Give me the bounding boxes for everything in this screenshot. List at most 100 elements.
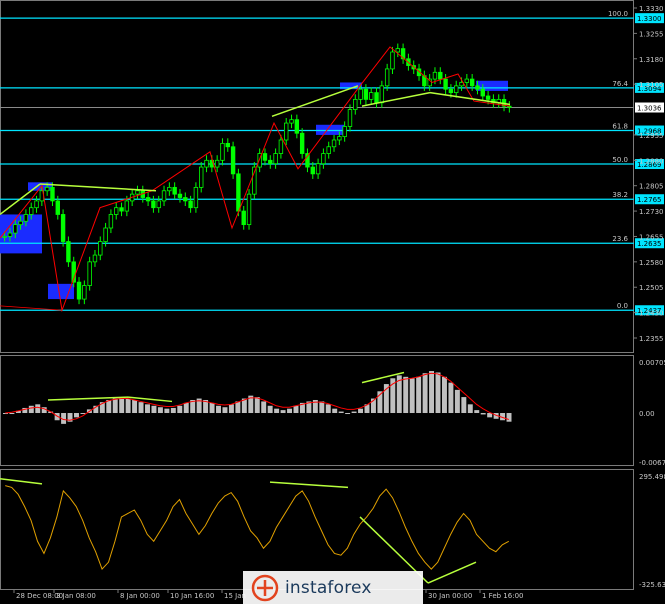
- candle-body: [199, 166, 204, 188]
- candle-body: [268, 159, 273, 165]
- macd-bar: [151, 405, 157, 414]
- candle-body: [480, 88, 485, 97]
- candle-body: [23, 214, 29, 222]
- candle-body: [310, 166, 315, 175]
- candle-body: [135, 190, 140, 195]
- candle-body: [384, 68, 390, 87]
- candle-body: [347, 109, 353, 127]
- time-tick-label: 8 Jan 00:00: [120, 592, 160, 600]
- candle-body: [193, 186, 199, 209]
- macd-bar: [112, 398, 118, 414]
- macd-bar: [132, 399, 138, 414]
- candle-body: [2, 236, 7, 238]
- macd-bar: [145, 404, 150, 414]
- oscillator-chart: [0, 477, 510, 584]
- candle-body: [29, 207, 34, 215]
- price-tick-label: 1.2805: [639, 183, 664, 191]
- macd-bar: [157, 407, 163, 414]
- candle-body: [342, 126, 347, 138]
- candle-body: [294, 119, 300, 134]
- candle-body: [438, 71, 443, 80]
- candle-body: [262, 153, 268, 161]
- candle-body: [114, 207, 119, 215]
- instaforex-watermark: instaforex: [243, 571, 423, 604]
- price-tick-label: 1.2955: [639, 132, 664, 140]
- candle-body: [299, 132, 305, 154]
- zone-box: [48, 283, 74, 300]
- time-tick-label: 1 Feb 16:00: [482, 592, 523, 600]
- macd-bar: [454, 389, 460, 414]
- macd-bar: [338, 411, 344, 414]
- candle-body: [156, 200, 161, 209]
- macd-bar: [222, 407, 228, 414]
- macd-bar: [267, 405, 273, 414]
- macd-tick-label: 0.00705: [639, 359, 665, 367]
- candle-body: [475, 85, 480, 90]
- price-tick-label: 1.3255: [639, 30, 664, 38]
- candle-body: [183, 197, 188, 202]
- price-panel-frame: [0, 0, 634, 353]
- fib-price-text: 1.2765: [637, 196, 662, 204]
- macd-bar: [480, 413, 486, 415]
- candle-body: [379, 85, 385, 104]
- macd-bar: [474, 410, 480, 414]
- macd-bar: [467, 404, 473, 414]
- macd-bar: [261, 401, 267, 414]
- candle-body: [34, 200, 39, 209]
- candle-body: [60, 214, 66, 242]
- candle-body: [469, 78, 475, 87]
- price-tick-label: 1.3105: [639, 81, 664, 89]
- candle-body: [161, 190, 167, 202]
- macd-bar: [106, 399, 112, 414]
- macd-bar: [74, 413, 79, 418]
- osc-divergence-line: [0, 477, 43, 485]
- macd-bar: [209, 402, 215, 414]
- candle-body: [50, 186, 55, 202]
- price-tick-label: 1.2730: [639, 208, 664, 216]
- candle-body: [236, 173, 241, 212]
- candle-body: [374, 92, 379, 104]
- macd-bar: [435, 372, 441, 414]
- candle-body: [214, 159, 220, 168]
- macd-bar: [125, 398, 131, 414]
- macd-bar: [183, 402, 189, 414]
- candle-body: [443, 78, 448, 90]
- candle-body: [315, 163, 321, 175]
- macd-bar: [461, 397, 467, 414]
- price-tick-label: 1.2355: [639, 335, 664, 343]
- time-tick-label: 10 Jan 16:00: [170, 592, 214, 600]
- macd-tick-label: -0.00677: [639, 459, 665, 467]
- candle-body: [369, 92, 374, 100]
- macd-bar: [228, 404, 234, 414]
- macd-bar: [416, 376, 422, 414]
- candle-body: [108, 214, 114, 229]
- candle-body: [119, 207, 124, 212]
- macd-tick-label: 0.00: [639, 410, 655, 418]
- macd-bar: [332, 408, 338, 414]
- candle-body: [124, 200, 130, 212]
- macd-bar: [293, 405, 299, 414]
- fib-level-label: 76.4: [612, 80, 628, 88]
- candle-body: [246, 193, 252, 226]
- fib-level-label: 100.0: [608, 10, 628, 18]
- brand-name: instaforex: [285, 577, 372, 598]
- macd-bar: [119, 397, 125, 414]
- candle-body: [331, 139, 337, 148]
- osc-tick-label: -325.6303: [639, 581, 665, 589]
- candle-body: [337, 136, 342, 141]
- candle-body: [55, 200, 60, 215]
- macd-bar: [164, 408, 170, 414]
- candle-body: [188, 200, 193, 209]
- fib-level-label: 50.0: [612, 156, 628, 164]
- fib-level-label: 61.8: [612, 123, 628, 131]
- price-tick-label: 1.2880: [639, 157, 664, 165]
- candle-body: [448, 88, 454, 94]
- price-tick-label: 1.3330: [639, 5, 664, 13]
- oscillator-line: [5, 485, 510, 571]
- macd-bar: [28, 405, 34, 414]
- time-tick-label: 3 Jan 08:00: [56, 592, 96, 600]
- candle-body: [98, 241, 103, 256]
- price-chart: 100.0 76.4 61.8 50.0 38.2 23.6 0.0: [0, 10, 634, 313]
- candle-body: [204, 159, 209, 168]
- candle-body: [241, 210, 246, 226]
